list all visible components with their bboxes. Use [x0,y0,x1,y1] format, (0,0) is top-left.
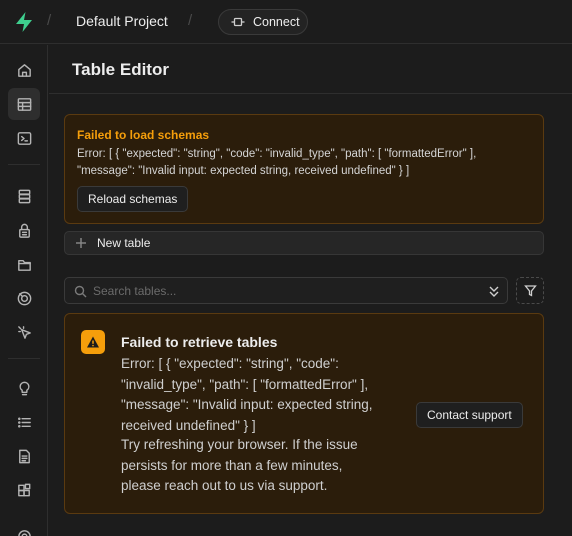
gear-icon [17,529,31,536]
new-table-button[interactable]: New table [64,231,544,255]
tables-error-message: Error: [ { "expected": "string", "code":… [121,356,373,433]
search-input[interactable] [93,282,473,300]
lightbulb-icon [18,381,30,395]
sidebar-item-database[interactable] [8,180,40,212]
warning-icon [81,330,105,354]
supabase-logo-icon[interactable] [14,11,34,33]
home-icon [17,63,31,77]
sidebar-divider [8,164,40,165]
sidebar-item-advisors[interactable] [8,372,40,404]
page-header: Table Editor [49,45,572,94]
sidebar-item-sql-editor[interactable] [8,122,40,154]
breadcrumb-separator: / [47,12,52,29]
terminal-icon [17,131,31,145]
schema-error-message: Error: [ { "expected": "string", "code":… [77,148,477,177]
search-tables-field[interactable] [64,277,508,304]
table-icon [17,97,31,111]
sidebar-item-integrations[interactable] [8,474,40,506]
sidebar-item-authentication[interactable] [8,214,40,246]
tables-error-hint: Try refreshing your browser. If the issu… [121,437,358,493]
sidebar-item-table-editor[interactable] [8,88,40,120]
sidebar-item-storage[interactable] [8,248,40,280]
search-icon [74,285,87,298]
database-icon [18,189,30,203]
page-title: Table Editor [72,60,169,79]
schema-error-title: Failed to load schemas [77,128,210,142]
chevrons-down-icon[interactable] [488,284,500,298]
folder-icon [17,259,31,271]
lock-icon [18,223,30,238]
document-icon [18,449,30,463]
main-content: Table Editor Failed to load schemas Erro… [49,45,572,536]
reload-schemas-button[interactable]: Reload schemas [77,186,189,212]
sidebar-item-settings[interactable] [8,520,40,536]
sidebar-divider [8,358,40,359]
realtime-icon [17,291,31,305]
sidebar-item-api-docs[interactable] [8,440,40,472]
extensions-icon [17,483,30,496]
sidebar-item-edge-functions[interactable] [8,316,40,348]
project-name[interactable]: Default Project [76,13,168,29]
left-sidebar [0,45,48,536]
list-icon [17,416,31,428]
connect-button[interactable]: Connect [218,9,308,35]
plus-icon [76,238,86,248]
new-table-label: New table [97,236,151,250]
contact-support-button[interactable]: Contact support [416,402,523,428]
top-bar: / Default Project / Connect [0,0,572,44]
filter-icon [523,285,537,297]
connect-label: Connect [253,15,300,29]
breadcrumb-separator: / [188,12,193,29]
sidebar-item-realtime[interactable] [8,282,40,314]
sidebar-item-logs[interactable] [8,406,40,438]
schema-error-alert: Failed to load schemas Error: [ { "expec… [64,114,544,224]
tables-error-alert: Failed to retrieve tables Error: [ { "ex… [64,313,544,514]
plug-icon [231,17,245,27]
sidebar-item-home[interactable] [8,54,40,86]
filter-button[interactable] [516,277,544,304]
pointer-icon [17,325,31,339]
tables-error-title: Failed to retrieve tables [121,334,278,350]
